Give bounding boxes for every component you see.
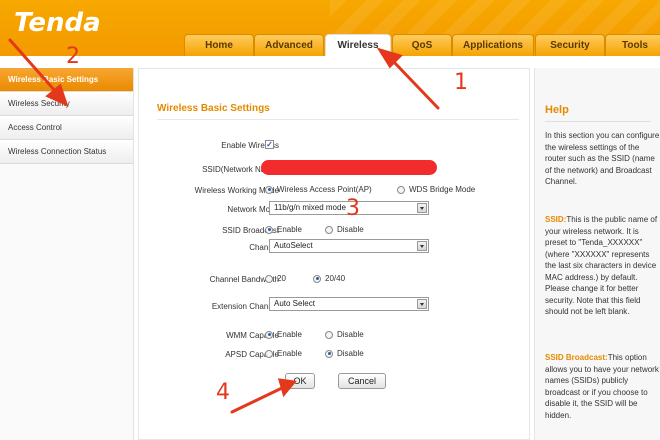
channel-value: AutoSelect: [274, 241, 313, 250]
ssid-broadcast-enable-label: Enable: [277, 225, 302, 234]
wmm-disable-radio[interactable]: Disable: [325, 330, 364, 339]
ssid-broadcast-disable-label: Disable: [337, 225, 364, 234]
tab-security[interactable]: Security: [535, 34, 605, 56]
sidebar-item-access-control[interactable]: Access Control: [0, 116, 133, 140]
help-ssid-text: This is the public name of your wireless…: [545, 215, 658, 316]
chevron-down-icon: [417, 241, 427, 251]
sidebar-item-wireless-basic-settings[interactable]: Wireless Basic Settings: [0, 68, 133, 92]
tab-home[interactable]: Home: [184, 34, 254, 56]
page-title: Wireless Basic Settings: [157, 103, 270, 114]
settings-panel: Wireless Basic Settings Enable Wireless …: [138, 68, 530, 440]
help-broadcast-key: SSID Broadcast:: [545, 353, 608, 362]
annotation-number-4: 4: [216, 380, 230, 405]
chevron-down-icon: [417, 203, 427, 213]
working-mode-ap-label: Wireless Access Point(AP): [277, 185, 372, 194]
extension-channel-select[interactable]: Auto Select: [269, 297, 429, 311]
apsd-disable-radio[interactable]: Disable: [325, 349, 364, 358]
radio-selected-icon: [265, 330, 273, 339]
main-tabs: Home Advanced Wireless QoS Applications …: [180, 34, 660, 56]
radio-icon: [325, 225, 333, 234]
working-mode-wds-label: WDS Bridge Mode: [409, 185, 476, 194]
help-intro: In this section you can configure the wi…: [545, 131, 660, 186]
wmm-enable-label: Enable: [277, 330, 302, 339]
apsd-enable-radio[interactable]: Enable: [265, 349, 302, 358]
ssid-input-redacted[interactable]: [261, 160, 437, 175]
radio-selected-icon: [313, 274, 321, 283]
radio-selected-icon: [265, 185, 273, 194]
help-broadcast-paragraph: SSID Broadcast:This option allows you to…: [545, 352, 660, 421]
help-ssid-paragraph: SSID:This is the public name of your wir…: [545, 214, 660, 318]
tab-tools[interactable]: Tools: [605, 34, 660, 56]
network-mode-value: 11b/g/n mixed mode: [274, 203, 346, 212]
check-icon: ✓: [265, 140, 274, 149]
tab-applications[interactable]: Applications: [452, 34, 534, 56]
channel-select[interactable]: AutoSelect: [269, 239, 429, 253]
top-header: Tenda Home Advanced Wireless QoS Applica…: [0, 0, 660, 56]
help-ssid-key: SSID:: [545, 215, 567, 224]
wmm-disable-label: Disable: [337, 330, 364, 339]
working-mode-ap-radio[interactable]: Wireless Access Point(AP): [265, 185, 372, 194]
help-panel: Help In this section you can configure t…: [534, 68, 660, 440]
sidebar-item-wireless-connection-status[interactable]: Wireless Connection Status: [0, 140, 133, 164]
bandwidth-20-radio[interactable]: 20: [265, 274, 286, 283]
radio-selected-icon: [265, 225, 273, 234]
help-broadcast-text: This option allows you to have your netw…: [545, 353, 659, 420]
tenda-logo: Tenda: [14, 8, 101, 38]
radio-icon: [265, 349, 273, 358]
extension-channel-value: Auto Select: [274, 299, 315, 308]
tab-qos[interactable]: QoS: [392, 34, 452, 56]
annotation-number-3: 3: [346, 196, 360, 221]
tab-advanced[interactable]: Advanced: [254, 34, 324, 56]
bandwidth-20-40-radio[interactable]: 20/40: [313, 274, 345, 283]
radio-selected-icon: [325, 349, 333, 358]
help-divider: [545, 121, 651, 122]
cancel-button[interactable]: Cancel: [338, 373, 386, 389]
radio-icon: [265, 274, 273, 283]
tab-wireless[interactable]: Wireless: [325, 34, 391, 56]
bandwidth-20-label: 20: [277, 274, 286, 283]
help-title: Help: [545, 104, 569, 116]
sidebar-item-wireless-security[interactable]: Wireless Security: [0, 92, 133, 116]
apsd-enable-label: Enable: [277, 349, 302, 358]
radio-icon: [325, 330, 333, 339]
annotation-number-2: 2: [66, 44, 80, 69]
ok-button[interactable]: OK: [285, 373, 315, 389]
apsd-disable-label: Disable: [337, 349, 364, 358]
annotation-number-1: 1: [454, 70, 468, 95]
sidebar: Wireless Basic Settings Wireless Securit…: [0, 68, 134, 440]
radio-icon: [397, 185, 405, 194]
bandwidth-20-40-label: 20/40: [325, 274, 346, 283]
enable-wireless-checkbox[interactable]: ✓: [265, 140, 274, 149]
ssid-broadcast-disable-radio[interactable]: Disable: [325, 225, 364, 234]
ssid-broadcast-enable-radio[interactable]: Enable: [265, 225, 302, 234]
title-divider: [157, 119, 519, 120]
wmm-enable-radio[interactable]: Enable: [265, 330, 302, 339]
working-mode-wds-radio[interactable]: WDS Bridge Mode: [397, 185, 475, 194]
chevron-down-icon: [417, 299, 427, 309]
